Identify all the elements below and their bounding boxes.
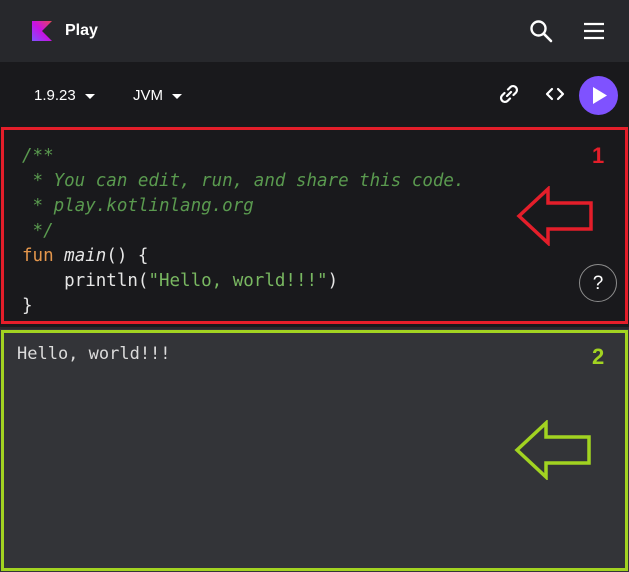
code-token-plain: ) (327, 271, 339, 291)
kotlin-logo-icon[interactable] (32, 21, 52, 41)
target-platform-value: JVM (133, 87, 163, 104)
brand-title[interactable]: Play (65, 21, 98, 41)
run-icon (593, 87, 607, 104)
help-button[interactable]: ? (579, 264, 617, 302)
arrow-left-icon (516, 186, 593, 246)
kotlin-version-select[interactable]: 1.9.23 (34, 87, 95, 105)
link-icon[interactable] (497, 82, 521, 106)
code-line[interactable]: fun main() { (22, 244, 465, 269)
run-button[interactable] (579, 76, 618, 115)
code-line[interactable]: * play.kotlinlang.org (22, 194, 465, 219)
kotlin-version-value: 1.9.23 (34, 87, 76, 104)
code-line[interactable]: * You can edit, run, and share this code… (22, 169, 465, 194)
annotation-number-1: 1 (592, 143, 605, 168)
annotation-number-2: 2 (592, 344, 605, 369)
code-token-plain: println( (22, 271, 149, 291)
editor-toolbar: 1.9.23 JVM (0, 62, 629, 126)
code-line[interactable]: } (22, 294, 465, 319)
caret-down-icon (84, 93, 95, 99)
code-icon[interactable] (543, 82, 567, 106)
search-icon[interactable] (528, 18, 554, 44)
kotlin-playground-page: Play 1.9.23 JVM /** * You can edit, run,… (0, 0, 629, 572)
code-line[interactable]: println("Hello, world!!!") (22, 269, 465, 294)
code-token-fn: main (64, 246, 107, 266)
target-platform-select[interactable]: JVM (133, 87, 182, 105)
caret-down-icon (172, 93, 182, 99)
menu-icon[interactable] (581, 18, 607, 44)
code-token-comment: * You can edit, run, and share this code… (22, 171, 465, 191)
arrow-left-icon (514, 420, 591, 480)
code-line[interactable]: /** (22, 144, 465, 169)
code-line[interactable]: */ (22, 219, 465, 244)
code-token-str: "Hello, world!!!" (148, 271, 328, 291)
code-token-plain: () { (106, 246, 149, 266)
code-content[interactable]: /** * You can edit, run, and share this … (22, 144, 465, 319)
code-token-comment: * play.kotlinlang.org (22, 196, 254, 216)
code-token-comment: /** (22, 146, 54, 166)
code-token-keyword: fun (22, 246, 54, 266)
output-text: Hello, world!!! (17, 344, 171, 364)
top-header: Play (0, 0, 629, 62)
code-token-plain: } (22, 296, 33, 316)
code-token-comment: */ (22, 221, 54, 241)
